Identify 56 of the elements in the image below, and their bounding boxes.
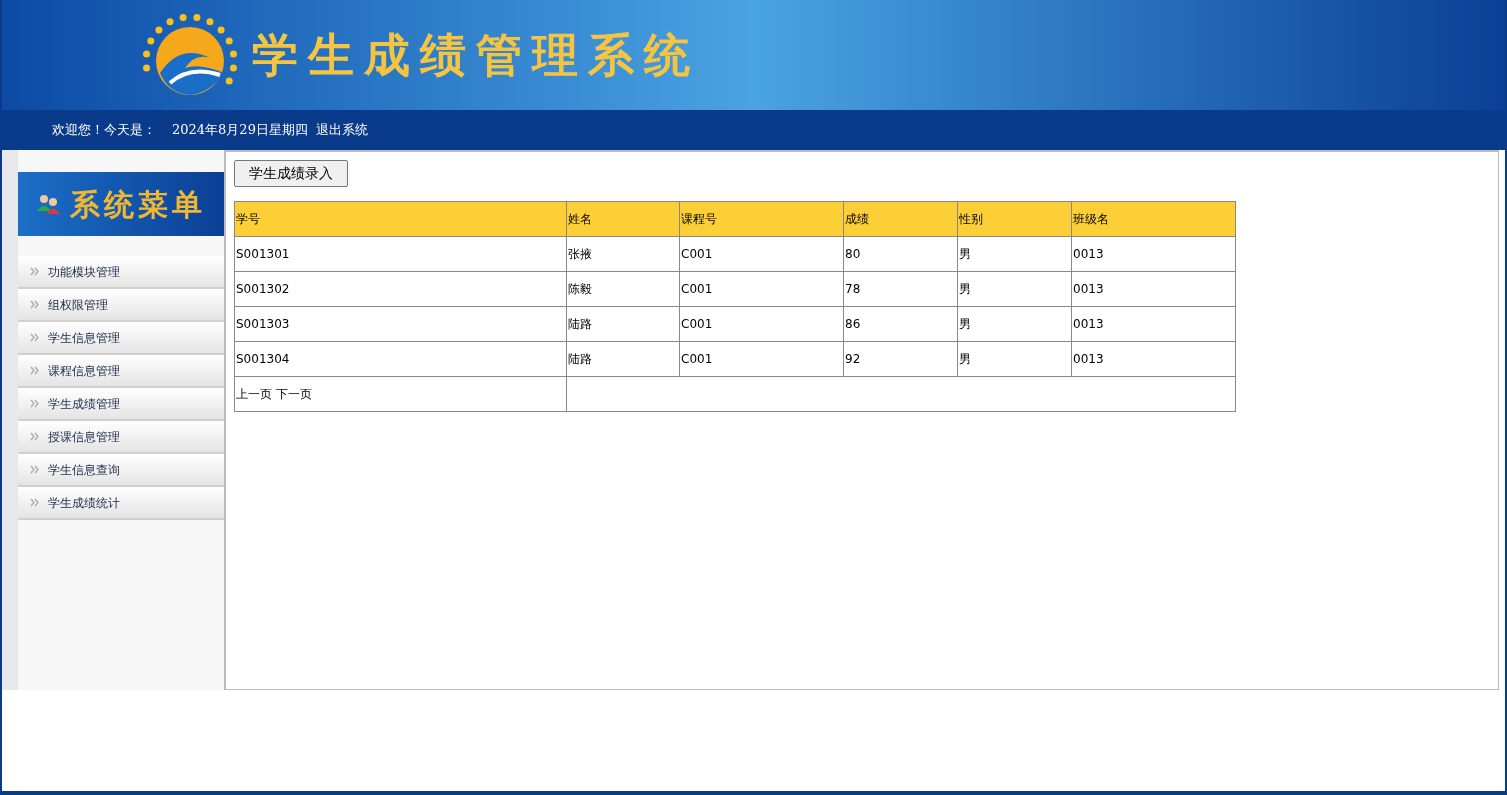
table-cell: C001 — [679, 236, 844, 272]
table-cell: S001304 — [234, 341, 567, 377]
table-cell: 78 — [843, 271, 958, 307]
table-cell: 0013 — [1071, 236, 1236, 272]
table-cell: 0013 — [1071, 306, 1236, 342]
column-header: 性别 — [957, 201, 1072, 237]
table-cell: S001301 — [234, 236, 567, 272]
table-cell: 张掖 — [566, 236, 680, 272]
welcome-text: 欢迎您！今天是： — [52, 121, 156, 140]
double-chevron-icon — [30, 432, 40, 441]
sidebar-item[interactable]: 组权限管理 — [18, 289, 224, 322]
table-cell: C001 — [679, 271, 844, 307]
column-header: 成绩 — [843, 201, 958, 237]
prev-page-link[interactable]: 上一页 — [236, 387, 272, 401]
sun-wave-logo-icon — [140, 13, 240, 97]
date-text: 2024年8月29日星期四 — [172, 121, 308, 140]
table-cell: 男 — [957, 306, 1072, 342]
sidebar-item[interactable]: 功能模块管理 — [18, 256, 224, 289]
next-page-link[interactable]: 下一页 — [275, 387, 312, 401]
system-title: 学生成绩管理系统 — [252, 26, 700, 84]
double-chevron-icon — [30, 333, 40, 342]
table-cell: 陈毅 — [566, 271, 680, 307]
sidebar-item[interactable]: 学生信息管理 — [18, 322, 224, 355]
users-icon — [36, 193, 62, 215]
table-cell: 男 — [957, 236, 1072, 272]
table-cell: C001 — [679, 306, 844, 342]
table-cell: 陆路 — [566, 341, 680, 377]
sidebar-item[interactable]: 学生成绩管理 — [18, 388, 224, 421]
add-score-button[interactable]: 学生成绩录入 — [234, 160, 348, 187]
table-cell: S001302 — [234, 271, 567, 307]
table-cell: C001 — [679, 341, 844, 377]
double-chevron-icon — [30, 399, 40, 408]
table-cell: 陆路 — [566, 306, 680, 342]
double-chevron-icon — [30, 300, 40, 309]
column-header: 学号 — [234, 201, 567, 237]
column-header: 姓名 — [566, 201, 680, 237]
table-cell: 0013 — [1071, 271, 1236, 307]
logout-link[interactable]: 退出系统 — [315, 120, 368, 140]
table-cell: S001303 — [234, 306, 567, 342]
table-cell: 0013 — [1071, 341, 1236, 377]
sidebar-item[interactable]: 学生成绩统计 — [18, 487, 224, 520]
table-cell: 92 — [843, 341, 958, 377]
double-chevron-icon — [30, 267, 40, 276]
sidebar-item[interactable]: 授课信息管理 — [18, 421, 224, 454]
double-chevron-icon — [30, 465, 40, 474]
sidebar-item[interactable]: 课程信息管理 — [18, 355, 224, 388]
menu-title: 系统菜单 — [70, 185, 206, 224]
table-cell: 男 — [957, 341, 1072, 377]
double-chevron-icon — [30, 498, 40, 507]
table-cell: 86 — [843, 306, 958, 342]
sidebar-item[interactable]: 学生信息查询 — [18, 454, 224, 487]
double-chevron-icon — [30, 366, 40, 375]
table-cell: 80 — [843, 236, 958, 272]
column-header: 课程号 — [679, 201, 844, 237]
column-header: 班级名 — [1071, 201, 1236, 237]
table-cell: 男 — [957, 271, 1072, 307]
